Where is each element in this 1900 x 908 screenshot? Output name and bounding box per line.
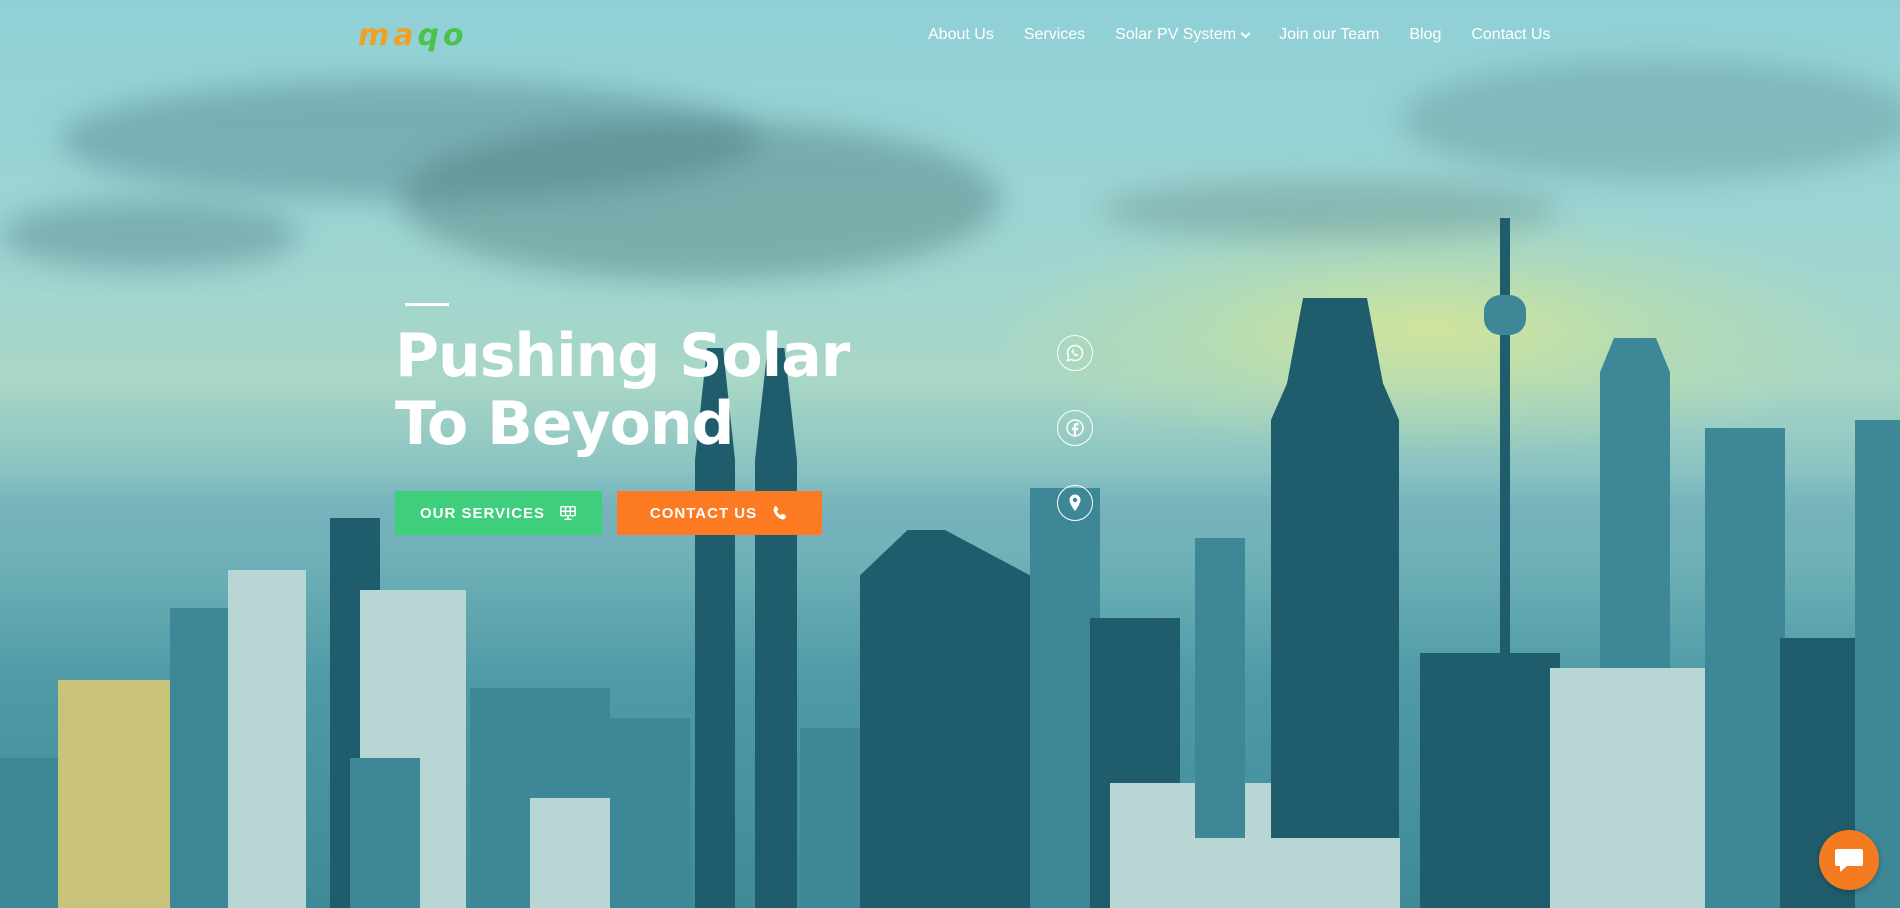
title-accent-line — [405, 303, 449, 306]
cloud — [1100, 180, 1560, 240]
button-label: CONTACT US — [649, 504, 758, 522]
nav-label: About Us — [928, 26, 994, 43]
building — [1705, 428, 1785, 908]
main-nav: About Us Services Solar PV System Join o… — [928, 26, 1550, 44]
logo-part-qo: qo — [417, 18, 468, 53]
nav-label: Join our Team — [1279, 26, 1380, 43]
cloud — [0, 200, 300, 270]
hero-background — [0, 0, 1900, 908]
nav-label: Services — [1023, 26, 1086, 43]
building — [1160, 838, 1400, 908]
our-services-button[interactable]: OUR SERVICES — [395, 491, 602, 535]
button-label: OUR SERVICES — [419, 504, 546, 522]
nav-label: Blog — [1409, 26, 1442, 43]
nav-about-us[interactable]: About Us — [928, 26, 994, 44]
nav-services[interactable]: Services — [1024, 26, 1085, 44]
hero-title: Pushing Solar To Beyond — [395, 321, 850, 459]
nav-contact-us[interactable]: Contact Us — [1471, 26, 1550, 44]
cloud — [400, 120, 1000, 280]
chevron-down-icon — [1240, 28, 1251, 38]
phone-icon — [773, 505, 787, 520]
nav-solar-pv-system[interactable]: Solar PV System — [1115, 26, 1251, 44]
nav-label: Contact Us — [1471, 26, 1551, 43]
facebook-icon — [1066, 419, 1084, 437]
chat-widget-button[interactable] — [1819, 830, 1879, 890]
building — [860, 530, 1030, 908]
building — [1550, 668, 1730, 908]
whatsapp-link[interactable] — [1057, 335, 1093, 371]
nav-blog[interactable]: Blog — [1409, 26, 1441, 44]
contact-us-button[interactable]: CONTACT US — [617, 491, 822, 535]
chat-icon — [1835, 849, 1863, 872]
building — [1420, 653, 1560, 908]
logo-part-ma: ma — [358, 18, 418, 53]
location-link[interactable] — [1057, 485, 1093, 521]
whatsapp-icon — [1066, 344, 1084, 362]
kl-tower-pod — [1484, 295, 1526, 335]
building — [610, 718, 690, 908]
building — [800, 728, 862, 908]
building — [350, 758, 420, 908]
nav-join-our-team[interactable]: Join our Team — [1279, 26, 1379, 44]
maqo-logo[interactable]: maqo — [358, 21, 520, 51]
building — [170, 608, 230, 908]
site-header: maqo About Us Services Solar PV System J… — [0, 0, 1900, 76]
cloud — [1400, 60, 1900, 180]
map-pin-icon — [1069, 494, 1081, 511]
building — [58, 680, 170, 908]
building — [228, 570, 306, 908]
building — [0, 758, 60, 908]
nav-label: Solar PV System — [1115, 26, 1237, 43]
solar-panel-icon — [560, 505, 576, 521]
facebook-link[interactable] — [1057, 410, 1093, 446]
sun-glow — [980, 200, 1880, 460]
